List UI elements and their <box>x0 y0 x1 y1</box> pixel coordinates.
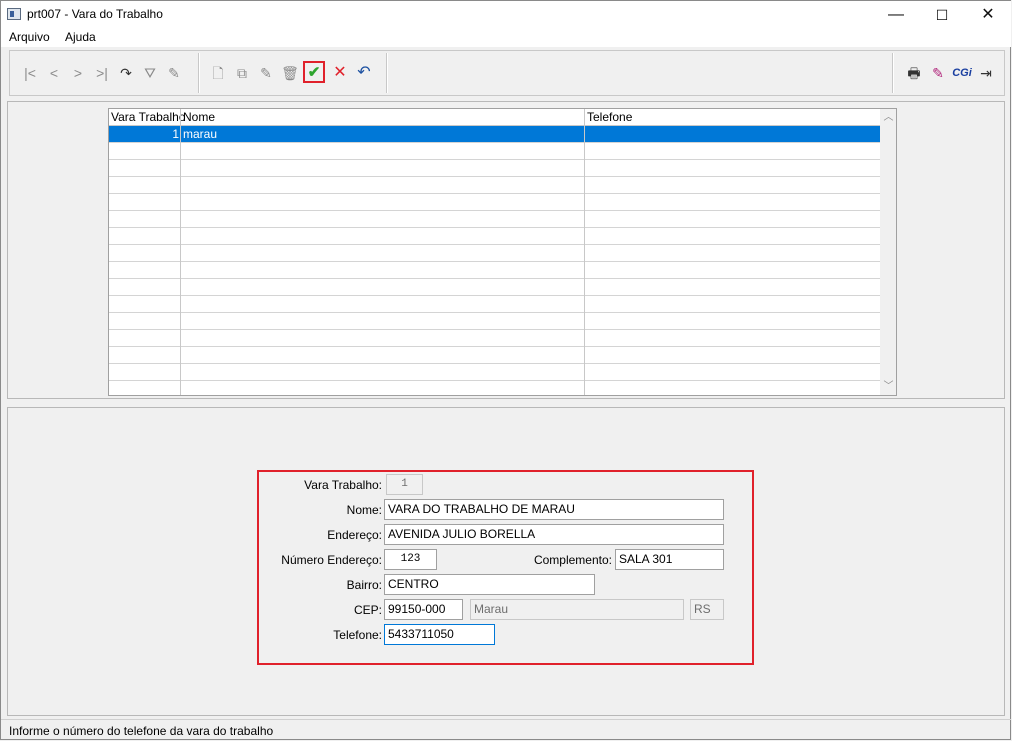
status-message: Informe o número do telefone da vara do … <box>9 724 274 738</box>
app-window: prt007 - Vara do Trabalho — ☐ ✕ Arquivo … <box>0 0 1011 740</box>
column-header-telefone[interactable]: Telefone <box>587 110 632 124</box>
table-row[interactable] <box>109 381 880 395</box>
cep-field[interactable]: 99150-000 <box>384 599 463 620</box>
toolbar-separator <box>198 53 200 93</box>
nome-label: Nome: <box>346 503 382 517</box>
copy-record-icon[interactable]: ⧉ <box>232 63 252 83</box>
numero-field[interactable]: 123 <box>384 549 437 570</box>
table-row[interactable] <box>109 245 880 262</box>
telefone-field[interactable]: 5433711050 <box>384 624 495 645</box>
title-bar: prt007 - Vara do Trabalho — ☐ ✕ <box>1 1 1011 29</box>
column-divider <box>180 109 181 395</box>
telefone-label: Telefone: <box>333 628 382 642</box>
table-row[interactable] <box>109 296 880 313</box>
column-header-nome[interactable]: Nome <box>183 110 215 124</box>
column-divider <box>584 109 585 395</box>
nome-field[interactable]: VARA DO TRABALHO DE MARAU <box>384 499 724 520</box>
table-row[interactable] <box>109 330 880 347</box>
grid-header: Vara Trabalho Nome Telefone <box>109 109 880 126</box>
scroll-down-icon[interactable]: ﹀ <box>883 381 894 392</box>
status-bar: Informe o número do telefone da vara do … <box>1 719 1011 741</box>
print-icon[interactable]: 🖶 <box>904 63 924 83</box>
menu-ajuda[interactable]: Ajuda <box>65 30 96 44</box>
cgi-icon[interactable]: CGi <box>950 63 974 83</box>
bairro-label: Bairro: <box>346 578 382 592</box>
first-record-icon[interactable]: |< <box>20 63 40 83</box>
menu-bar: Arquivo Ajuda <box>1 29 1011 47</box>
vertical-scrollbar[interactable]: ︿ ﹀ <box>880 109 896 395</box>
vara-label: Vara Trabalho: <box>304 478 382 492</box>
table-row[interactable] <box>109 160 880 177</box>
table-row[interactable] <box>109 313 880 330</box>
toolbar: |< < > >| ↷ ⛛ ✎ 🗋 ⧉ ✎ 🗑 ✔ ✕ ↶ 🖶 ✎ CGi ⇥ <box>9 50 1005 96</box>
cell-vara: 1 <box>172 127 179 141</box>
table-row[interactable] <box>109 279 880 296</box>
minimize-button[interactable]: — <box>873 1 919 29</box>
numero-label: Número Endereço: <box>281 553 382 567</box>
menu-arquivo[interactable]: Arquivo <box>9 30 50 44</box>
complemento-field[interactable]: SALA 301 <box>615 549 724 570</box>
last-record-icon[interactable]: >| <box>92 63 112 83</box>
scroll-up-icon[interactable]: ︿ <box>883 112 894 123</box>
bairro-field[interactable]: CENTRO <box>384 574 595 595</box>
endereco-label: Endereço: <box>327 528 382 542</box>
table-row[interactable] <box>109 194 880 211</box>
table-row[interactable] <box>109 211 880 228</box>
table-row[interactable] <box>109 177 880 194</box>
window-title: prt007 - Vara do Trabalho <box>27 7 163 21</box>
filter-icon[interactable]: ⛛ <box>140 63 160 83</box>
table-row[interactable] <box>109 143 880 160</box>
previous-record-icon[interactable]: < <box>44 63 64 83</box>
table-row[interactable] <box>109 262 880 279</box>
search-icon[interactable]: ✎ <box>164 63 184 83</box>
table-row[interactable] <box>109 228 880 245</box>
table-row[interactable] <box>109 364 880 381</box>
undo-icon[interactable]: ↶ <box>354 63 374 83</box>
vara-field: 1 <box>386 474 423 495</box>
report-icon[interactable]: ✎ <box>928 63 948 83</box>
toolbar-separator <box>386 53 388 93</box>
exit-icon[interactable]: ⇥ <box>976 63 996 83</box>
endereco-field[interactable]: AVENIDA JULIO BORELLA <box>384 524 724 545</box>
cidade-field: Marau <box>470 599 684 620</box>
table-row[interactable] <box>109 347 880 364</box>
refresh-icon[interactable]: ↷ <box>116 63 136 83</box>
cell-nome: marau <box>183 127 218 141</box>
maximize-button[interactable]: ☐ <box>919 1 965 29</box>
new-record-icon[interactable]: 🗋 <box>208 63 228 83</box>
uf-field: RS <box>690 599 724 620</box>
column-header-vara[interactable]: Vara Trabalho <box>111 110 186 124</box>
cep-label: CEP: <box>353 603 382 617</box>
confirm-icon[interactable]: ✔ <box>303 61 325 83</box>
close-button[interactable]: ✕ <box>965 1 1011 29</box>
complemento-label: Complemento: <box>533 553 612 567</box>
toolbar-separator <box>892 53 894 93</box>
app-icon <box>7 8 21 20</box>
table-row[interactable]: 1 marau <box>109 126 880 143</box>
records-grid[interactable]: Vara Trabalho Nome Telefone 1 marau ︿ ﹀ <box>108 108 897 396</box>
edit-record-icon[interactable]: ✎ <box>256 63 276 83</box>
cancel-icon[interactable]: ✕ <box>330 63 350 83</box>
delete-record-icon[interactable]: 🗑 <box>280 63 300 83</box>
next-record-icon[interactable]: > <box>68 63 88 83</box>
